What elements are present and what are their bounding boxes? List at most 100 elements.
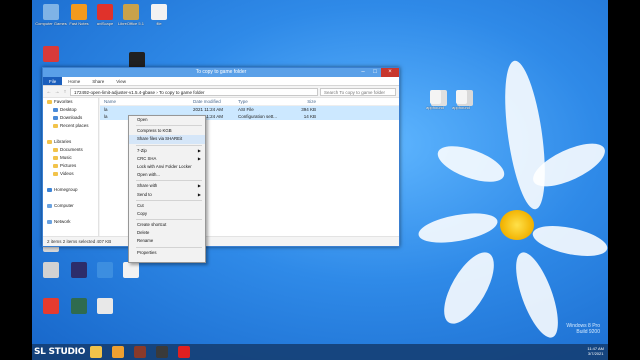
taskbar-app-icon[interactable] [156,346,168,358]
nav-item-label: Network [54,219,71,224]
app-icon [129,52,145,68]
menu-item[interactable]: 7-Zip ▶ [129,147,205,155]
menu-item-label: 7-Zip [137,147,147,153]
app-icon [97,262,113,278]
menu-item-label: Create shortcut [137,222,167,228]
tab-view[interactable]: View [110,77,132,85]
menu-item[interactable]: Share files via SHAREit [129,135,205,144]
app-icon [97,4,113,20]
nav-item[interactable]: Music [43,154,98,162]
app-icon [43,4,59,20]
menu-item-label: Open with... [137,172,160,178]
nav-item[interactable]: Homegroup [43,186,98,194]
nav-item-label: Libraries [54,139,72,144]
address-bar[interactable]: 172492-open-limit-adjuster-v1.5.4-gbase … [70,87,318,96]
folder-icon [47,219,52,224]
tab-share[interactable]: Share [86,77,110,85]
folder-icon [53,171,58,176]
menu-item[interactable]: Open with... [129,171,205,179]
nav-item[interactable]: Computer [43,202,98,210]
menu-separator [136,180,202,182]
desktop-icon[interactable]: file [142,4,176,26]
nav-item-label: Videos [60,171,74,176]
app-icon [123,4,139,20]
document-icon [455,90,467,104]
menu-item[interactable]: Open [129,116,205,124]
menu-item[interactable]: Properties [129,249,205,257]
taskbar-app-icon[interactable] [90,346,102,358]
nav-item-label: Favorites [54,99,73,104]
menu-item[interactable]: CRC SHA ▶ [129,155,205,163]
nav-item[interactable]: Documents [43,146,98,154]
nav-item-label: Documents [60,147,83,152]
app-icon [97,298,113,314]
menu-item[interactable]: Share with ▶ [129,182,205,190]
folder-icon [47,203,52,208]
title-bar[interactable]: To copy to game folder – □ × [43,68,399,77]
desktop-file-icon[interactable]: apphound [444,90,478,110]
desktop-icon[interactable] [88,298,122,315]
back-arrow-icon[interactable]: ← [46,89,52,95]
app-icon [71,262,87,278]
menu-item[interactable]: Delete [129,229,205,237]
app-icon [71,298,87,314]
submenu-arrow-icon: ▶ [197,147,201,153]
search-input[interactable]: Search To copy to game folder [320,87,396,96]
taskbar-app-icon[interactable] [112,346,124,358]
nav-item-label: Recent places [60,123,89,128]
ribbon-tabs: File Home Share View [43,77,399,86]
nav-item-label: Music [60,155,72,160]
column-name[interactable]: Name [100,98,193,105]
column-size[interactable]: Size [282,98,320,105]
nav-item[interactable]: Desktop [43,106,98,114]
tab-home[interactable]: Home [62,77,86,85]
menu-item[interactable]: Cut [129,202,205,210]
nav-item[interactable]: Videos [43,170,98,178]
desktop-icon[interactable] [34,46,68,63]
column-type[interactable]: Type [238,98,282,105]
nav-item[interactable]: Pictures [43,162,98,170]
nav-item[interactable]: Downloads [43,114,98,122]
maximize-button[interactable]: □ [369,68,381,77]
document-icon [429,90,441,104]
minimize-button[interactable]: – [357,68,369,77]
menu-item-label: Copy [137,210,148,216]
menu-item[interactable]: Send to ▶ [129,191,205,199]
submenu-arrow-icon: ▶ [197,183,201,189]
taskbar-app-icon[interactable] [134,346,146,358]
file-explorer-window[interactable]: To copy to game folder – □ × File Home S… [42,67,400,247]
close-button[interactable]: × [381,68,399,77]
tab-file[interactable]: File [43,77,63,85]
desktop-icon-label: file [156,21,162,26]
menu-item[interactable]: Compress to KGB [129,127,205,135]
folder-icon [53,163,58,168]
nav-item-label: Pictures [60,163,77,168]
desktop: Computer Games Fast Notes aviScape LibreOff… [32,0,608,360]
column-date[interactable]: Date modified [193,98,238,105]
desktop-icon[interactable] [114,262,148,279]
file-row[interactable]: la 2021 11:24 AM ASI File 394 KB [100,106,399,113]
app-icon [43,298,59,314]
menu-item[interactable]: Rename [129,237,205,245]
channel-watermark: SL STUDIO [34,347,86,357]
menu-item-label: Delete [137,230,150,236]
up-arrow-icon[interactable]: ↑ [62,89,68,95]
menu-item-label: CRC SHA [137,155,157,161]
nav-item[interactable]: Recent places [43,122,98,130]
nav-item[interactable]: Favorites [43,98,98,106]
app-icon [71,4,87,20]
menu-item[interactable]: Lock with Anvi Folder Locker [129,163,205,171]
menu-item[interactable]: Create shortcut [129,221,205,229]
file-size: 14 KB [303,114,316,119]
submenu-arrow-icon: ▶ [197,155,201,161]
file-date: 2021 11:24 AM [193,107,223,112]
forward-arrow-icon[interactable]: → [54,89,60,95]
file-type: Configuration sett... [238,114,278,119]
nav-item[interactable]: Network [43,218,98,226]
system-clock[interactable]: 11:47 AM 3/7/2021 [587,346,604,356]
menu-item[interactable]: Copy [129,210,205,218]
taskbar-app-icon[interactable] [178,346,190,358]
nav-item-label: Downloads [60,115,83,120]
nav-item[interactable]: Libraries [43,138,98,146]
